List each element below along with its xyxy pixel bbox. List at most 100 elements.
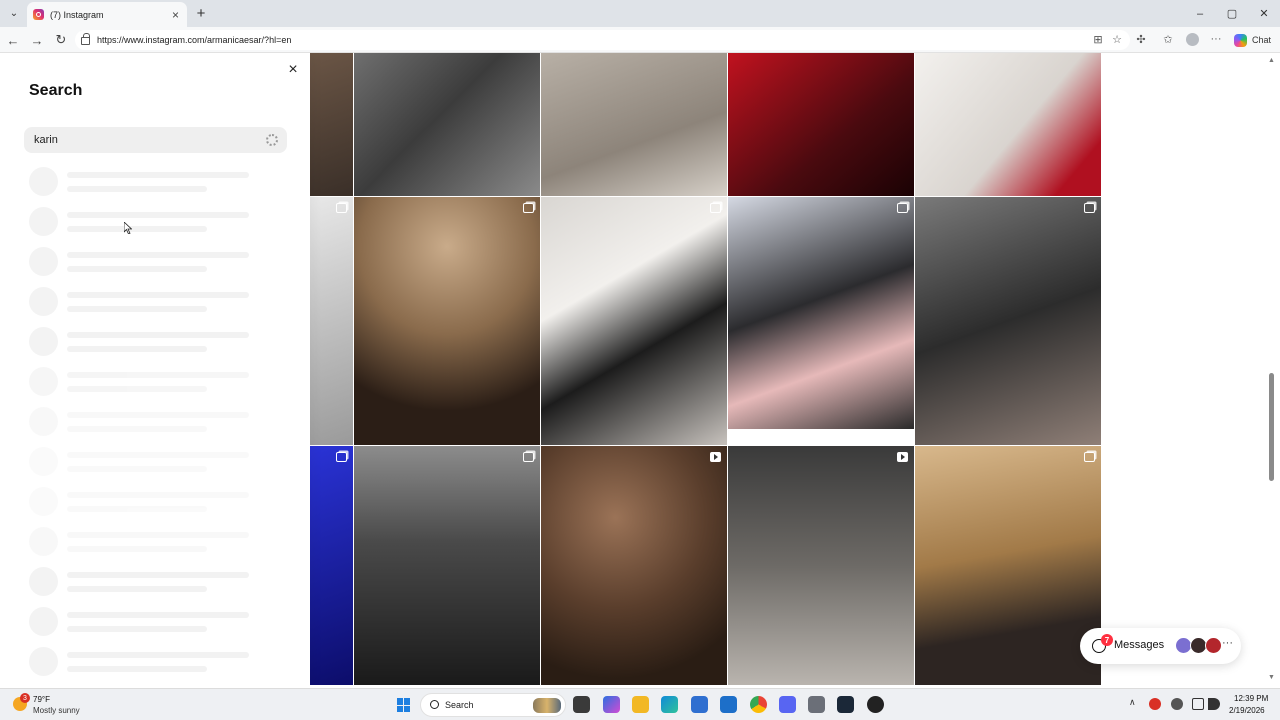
forward-arrow-icon[interactable]: → — [28, 31, 46, 49]
taskbar-search-label: Search — [445, 700, 474, 710]
discord-icon[interactable] — [779, 696, 796, 713]
post-thumbnail[interactable] — [354, 53, 540, 196]
windows-start-icon[interactable] — [397, 698, 411, 712]
messages-button[interactable]: 7 Messages ··· — [1080, 628, 1241, 664]
search-heading: Search — [29, 82, 83, 99]
skeleton-result-row — [29, 167, 259, 197]
messages-label: Messages — [1114, 639, 1165, 651]
post-thumbnail[interactable] — [310, 53, 353, 196]
close-icon[interactable]: × — [284, 61, 302, 79]
post-thumbnail[interactable] — [915, 446, 1101, 685]
browser-tab-instagram[interactable]: (7) Instagram × — [27, 2, 187, 27]
tab-actions-menu-icon[interactable]: ⌄ — [5, 5, 23, 22]
carousel-icon — [710, 203, 721, 213]
skeleton-result-row — [29, 287, 259, 317]
copilot-label: Chat — [1252, 35, 1272, 45]
restore-button[interactable]: ▢ — [1216, 0, 1248, 27]
task-view-icon[interactable] — [573, 696, 590, 713]
instagram-page: Search × karin ▲ ▼ 7 Messages ··· — [0, 53, 1280, 685]
post-thumbnail[interactable] — [541, 53, 727, 196]
skeleton-result-row — [29, 567, 259, 597]
url-text[interactable]: https://www.instagram.com/armanicaesar/?… — [97, 35, 291, 45]
steam-icon[interactable] — [837, 696, 854, 713]
window-close-button[interactable]: ✕ — [1248, 0, 1280, 27]
messages-unread-badge: 7 — [1101, 634, 1113, 646]
address-bar[interactable]: https://www.instagram.com/armanicaesar/?… — [75, 30, 1130, 50]
weather-description[interactable]: Mostly sunny — [33, 706, 80, 715]
reload-icon[interactable]: ↻ — [52, 31, 70, 49]
file-explorer-icon[interactable] — [632, 696, 649, 713]
avatar — [1205, 637, 1222, 654]
page-scrollbar[interactable] — [1266, 53, 1275, 685]
skeleton-result-row — [29, 367, 259, 397]
search-input[interactable] — [34, 132, 254, 148]
post-thumbnail[interactable] — [728, 197, 914, 429]
carousel-icon — [336, 203, 347, 213]
scroll-up-arrow-icon[interactable]: ▲ — [1268, 57, 1275, 64]
outlook-icon[interactable] — [720, 696, 737, 713]
microphone-icon[interactable] — [1171, 698, 1183, 710]
favorite-star-icon[interactable]: ☆ — [1110, 32, 1124, 46]
skeleton-result-row — [29, 607, 259, 637]
tab-close-icon[interactable]: × — [172, 8, 179, 22]
post-thumbnail[interactable] — [915, 53, 1101, 196]
clock-time[interactable]: 12:39 PM — [1234, 694, 1268, 703]
back-arrow-icon[interactable]: ← — [4, 31, 22, 49]
app-icon[interactable] — [867, 696, 884, 713]
show-hidden-icons-chevron-icon[interactable]: ∧ — [1129, 697, 1136, 708]
skeleton-result-row — [29, 447, 259, 477]
post-thumbnail[interactable] — [354, 446, 540, 685]
minimize-button[interactable]: – — [1184, 0, 1216, 27]
skeleton-result-row — [29, 527, 259, 557]
taskbar-search-box[interactable]: Search — [420, 693, 566, 717]
search-panel: Search × — [0, 53, 310, 685]
scroll-down-arrow-icon[interactable]: ▼ — [1268, 674, 1275, 681]
tab-title: (7) Instagram — [50, 9, 104, 20]
clock-date[interactable]: 2/19/2026 — [1229, 706, 1265, 715]
copilot-app-icon[interactable] — [603, 696, 620, 713]
loading-spinner-icon — [266, 134, 278, 146]
more-icon: ··· — [1222, 637, 1233, 649]
mouse-cursor-icon — [124, 222, 132, 234]
instagram-favicon-icon — [33, 9, 44, 20]
skeleton-result-row — [29, 247, 259, 277]
skeleton-result-row — [29, 327, 259, 357]
favorites-icon[interactable]: ✩ — [1161, 32, 1175, 46]
profile-post-grid — [310, 53, 1102, 685]
post-thumbnail[interactable] — [310, 197, 353, 445]
new-tab-button[interactable]: + — [193, 4, 209, 22]
weather-temperature[interactable]: 79°F — [33, 695, 50, 704]
tray-app-icon[interactable] — [1149, 698, 1161, 710]
search-highlight-image — [533, 698, 561, 713]
edge-browser-icon[interactable] — [661, 696, 678, 713]
chrome-icon[interactable] — [750, 696, 767, 713]
post-thumbnail[interactable] — [541, 197, 727, 445]
post-thumbnail[interactable] — [728, 446, 914, 685]
reel-icon — [897, 452, 908, 462]
search-icon — [430, 700, 439, 709]
scrollbar-thumb[interactable] — [1269, 373, 1274, 481]
settings-more-icon[interactable]: ··· — [1209, 32, 1223, 46]
carousel-icon — [523, 203, 534, 213]
windows-taskbar: 3 79°F Mostly sunny Search ∧ 12:39 PM 2/… — [0, 688, 1280, 720]
settings-gear-icon[interactable] — [808, 696, 825, 713]
post-thumbnail[interactable] — [728, 53, 914, 196]
post-thumbnail[interactable] — [310, 446, 353, 685]
extensions-icon[interactable]: ✣ — [1134, 32, 1148, 46]
window-controls: – ▢ ✕ — [1184, 0, 1280, 27]
browser-toolbar: ← → ↻ https://www.instagram.com/armanica… — [0, 27, 1280, 53]
carousel-icon — [523, 452, 534, 462]
copilot-chat-button[interactable]: Chat — [1234, 31, 1271, 49]
skeleton-result-row — [29, 207, 259, 237]
search-field[interactable] — [24, 127, 287, 153]
store-icon[interactable] — [691, 696, 708, 713]
post-thumbnail[interactable] — [354, 197, 540, 445]
browser-tab-bar: ⌄ (7) Instagram × + – ▢ ✕ — [0, 0, 1280, 27]
display-icon[interactable] — [1192, 698, 1204, 710]
post-thumbnail[interactable] — [541, 446, 727, 685]
post-thumbnail[interactable] — [915, 197, 1101, 445]
volume-icon[interactable] — [1208, 698, 1220, 710]
app-available-icon[interactable]: ⊞ — [1091, 32, 1105, 46]
lock-icon[interactable] — [81, 33, 90, 45]
profile-avatar[interactable] — [1186, 33, 1199, 46]
